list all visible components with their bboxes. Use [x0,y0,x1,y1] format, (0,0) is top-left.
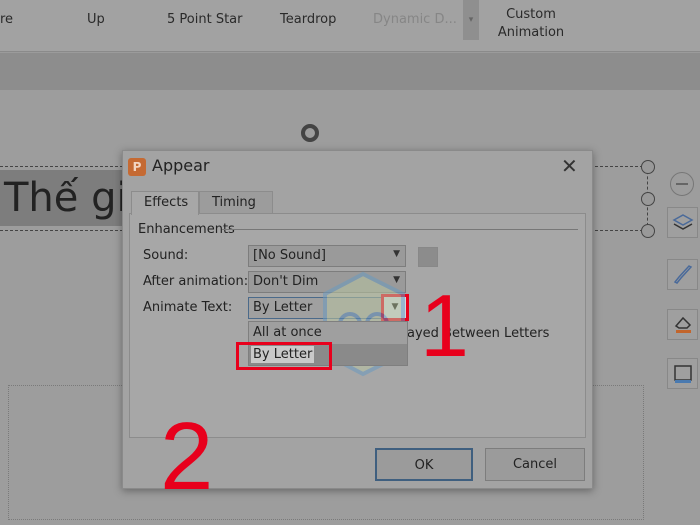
divider [222,229,578,230]
animate-text-value: By Letter [253,300,313,315]
custom-animation-button[interactable]: Custom Animation [492,6,570,42]
option-all-at-once[interactable]: All at once [249,323,407,344]
ribbon-item-teardrop[interactable]: Teardrop [280,12,336,27]
fill-button[interactable] [667,309,698,340]
ribbon-item-up[interactable]: Up [87,12,105,27]
border-icon [673,364,692,383]
appear-dialog: P Appear ✕ Effects Timing Enhancements S… [122,150,593,505]
ribbon-more-button[interactable]: ▾ [463,0,479,40]
annotation-highlight-box [236,342,332,370]
ribbon-item[interactable]: re [0,12,13,27]
close-icon[interactable]: ✕ [561,154,578,178]
brush-button[interactable] [667,259,698,290]
resize-handle[interactable] [641,160,655,174]
border-button[interactable] [667,358,698,389]
animate-text-label: Animate Text: [143,300,233,315]
ok-button[interactable]: OK [375,448,473,481]
toolbar-band [0,53,700,90]
dialog-title: Appear [152,156,210,175]
ribbon-item-5-point-star[interactable]: 5 Point Star [167,12,242,27]
effects-panel: Enhancements Sound: [No Sound] ▼ After an… [129,213,586,505]
annotation-step-1: 1 [420,276,469,375]
layers-icon [671,213,694,230]
sound-label: Sound: [143,248,189,263]
enhancements-heading: Enhancements [138,222,235,237]
sound-value: [No Sound] [253,248,326,263]
annotation-step-2: 2 [160,403,214,510]
sound-select[interactable]: [No Sound] ▼ [248,245,406,267]
cancel-button[interactable]: Cancel [485,448,585,481]
tab-timing[interactable]: Timing [199,191,273,214]
resize-handle[interactable] [641,224,655,238]
tab-effects[interactable]: Effects [131,191,199,215]
after-animation-label: After animation: [143,274,249,289]
animation-ribbon: re Up 5 Point Star Teardrop Dynamic D...… [0,0,700,52]
after-animation-value: Don't Dim [253,274,319,289]
chevron-down-icon: ▼ [393,249,400,259]
collapse-icon[interactable] [670,172,694,196]
sound-volume-button[interactable] [418,247,438,267]
layers-button[interactable] [667,207,698,238]
ribbon-item-dynamic[interactable]: Dynamic D... [373,12,457,27]
fill-bucket-icon [674,316,691,333]
app-logo-icon: P [128,158,146,176]
rotate-handle-icon[interactable] [301,124,319,142]
resize-handle[interactable] [641,192,655,206]
brush-icon [673,264,692,284]
